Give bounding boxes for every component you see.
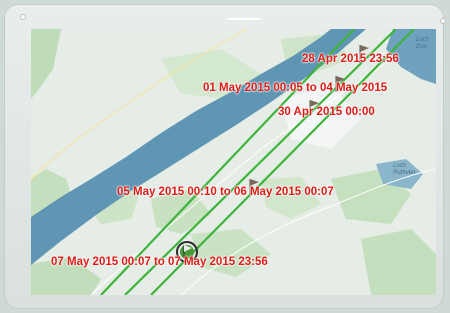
marker-label[interactable]: 07 May 2015 00:07 to 07 May 2015 23:56 bbox=[51, 256, 268, 269]
place-label: Dun bbox=[416, 44, 428, 50]
camera-dot bbox=[440, 18, 446, 24]
marker-label[interactable]: 01 May 2015 00:05 to 04 May 2015 bbox=[203, 82, 387, 95]
corner-screw bbox=[20, 14, 26, 20]
marker-label[interactable]: 28 Apr 2015 23:56 bbox=[302, 53, 399, 66]
marker-label[interactable]: 05 May 2015 00:10 to 06 May 2015 00:07 bbox=[117, 186, 334, 199]
marker-label[interactable]: 30 Apr 2015 00:00 bbox=[278, 106, 375, 119]
map-screen[interactable]: Loch Dun Loch Ruthven 28 Apr 2015 23:56 … bbox=[31, 29, 436, 295]
place-label: Loch Ruthven bbox=[393, 163, 416, 176]
speaker-slot bbox=[227, 18, 261, 20]
place-label: Loch bbox=[416, 37, 430, 43]
